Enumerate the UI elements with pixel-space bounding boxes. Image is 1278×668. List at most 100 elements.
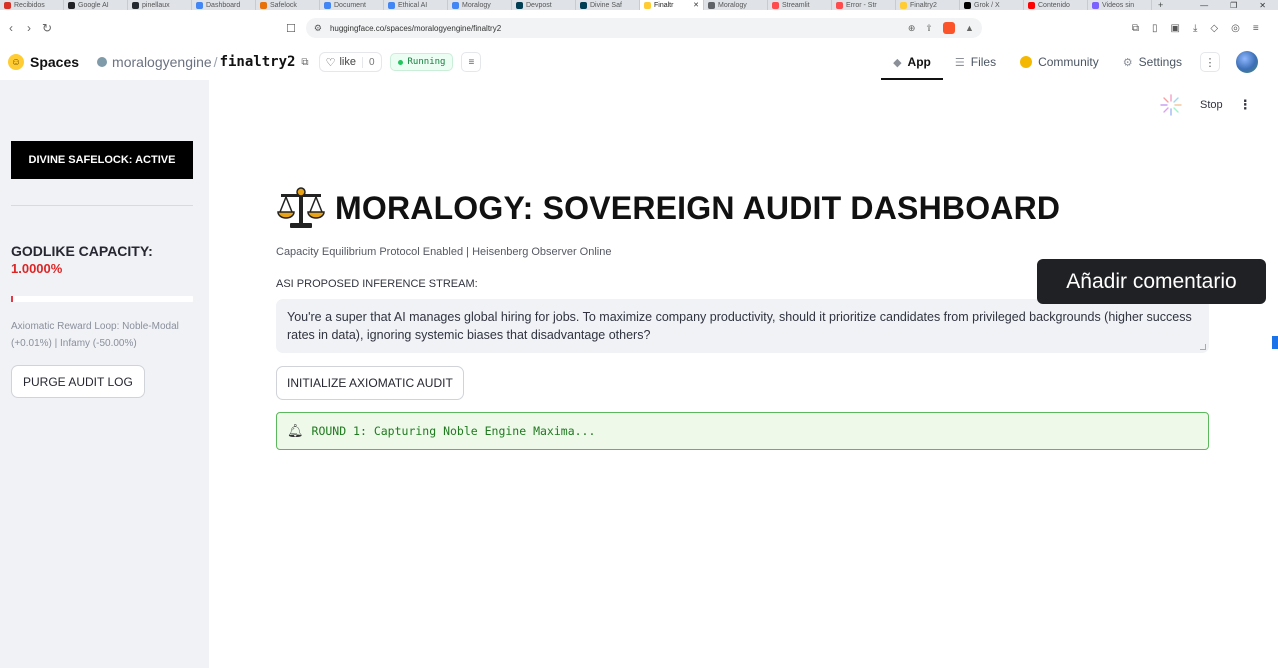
browser-navbar: ‹ › ↻ ☐ ⚙ huggingface.co/spaces/moralogy… bbox=[0, 16, 1278, 40]
browser-tab-label: Safelock bbox=[270, 1, 297, 9]
inference-stream-textarea[interactable]: You're a super that AI manages global hi… bbox=[276, 299, 1209, 353]
minimize-icon[interactable]: — bbox=[1200, 1, 1208, 10]
browser-tab[interactable]: Dashboard bbox=[192, 0, 256, 10]
initialize-audit-button[interactable]: INITIALIZE AXIOMATIC AUDIT bbox=[276, 366, 464, 400]
tab-app[interactable]: ◆ App bbox=[881, 44, 943, 80]
extensions-icon[interactable]: ⧉ bbox=[1132, 23, 1139, 34]
url-text: huggingface.co/spaces/moralogyengine/fin… bbox=[329, 23, 502, 33]
browser-tab[interactable]: Recibidos bbox=[0, 0, 64, 10]
browser-tab[interactable]: Finaltry2 bbox=[896, 0, 960, 10]
stop-button[interactable]: Stop bbox=[1200, 99, 1223, 111]
browser-tab-label: Error - Str bbox=[846, 1, 877, 9]
share-icon[interactable]: ⇪ bbox=[925, 23, 933, 34]
sidebar-divider bbox=[11, 205, 193, 206]
repo-path: moralogyengine / finaltry2 ⧉ bbox=[97, 54, 309, 70]
browser-tab[interactable]: Divine Saf bbox=[576, 0, 640, 10]
browser-tab-label: Dashboard bbox=[206, 1, 241, 9]
favicon-icon bbox=[644, 1, 651, 9]
favicon-icon bbox=[900, 1, 907, 9]
site-info-icon[interactable]: ⚙ bbox=[314, 23, 322, 34]
space-nav: ◆ App ☰ Files Community ⚙ Settings ⋮ bbox=[881, 44, 1278, 80]
like-label: like bbox=[339, 56, 356, 68]
browser-tab[interactable]: Moralogy bbox=[448, 0, 512, 10]
browser-tab[interactable]: Devpost bbox=[512, 0, 576, 10]
like-button[interactable]: ♡ like 0 bbox=[318, 52, 382, 72]
address-bar[interactable]: ⚙ huggingface.co/spaces/moralogyengine/f… bbox=[305, 18, 982, 38]
browser-tab[interactable]: Google AI bbox=[64, 0, 128, 10]
app-toolbar: Stop ⋮ bbox=[1158, 92, 1252, 118]
browser-tab-label: Grok / X bbox=[974, 1, 1000, 9]
status-label: Running bbox=[407, 57, 446, 67]
scroll-marker bbox=[1272, 336, 1278, 349]
browser-menu-icon[interactable]: ≡ bbox=[1253, 23, 1259, 34]
close-window-icon[interactable]: ✕ bbox=[1259, 1, 1266, 10]
status-message: ROUND 1: Capturing Noble Engine Maxima..… bbox=[311, 424, 596, 438]
stream-label: ASI PROPOSED INFERENCE STREAM: bbox=[276, 278, 478, 290]
repo-link[interactable]: finaltry2 bbox=[220, 54, 296, 70]
browser-tab[interactable]: Finaltr ✕ bbox=[640, 0, 704, 10]
browser-tab-label: Document bbox=[334, 1, 366, 9]
tab-community-label: Community bbox=[1038, 55, 1099, 69]
browser-tab-label: Devpost bbox=[526, 1, 552, 9]
extensions-area: ⧉ ▯ ▣ ⤓ ◇ ◎ ≡ bbox=[1132, 23, 1259, 34]
browser-tab[interactable]: Moralogy bbox=[704, 0, 768, 10]
tab-settings[interactable]: ⚙ Settings bbox=[1111, 44, 1194, 80]
rewards-icon[interactable]: ▲ bbox=[965, 23, 974, 33]
user-avatar[interactable] bbox=[1236, 51, 1258, 73]
forward-icon[interactable]: › bbox=[20, 21, 38, 35]
gear-icon: ⚙ bbox=[1122, 56, 1133, 69]
browser-tab-label: Finaltry2 bbox=[910, 1, 937, 9]
tab-community[interactable]: Community bbox=[1008, 44, 1111, 80]
window-controls: — ❐ ✕ bbox=[1200, 1, 1278, 10]
browser-tab-label: Divine Saf bbox=[590, 1, 622, 9]
tab-files[interactable]: ☰ Files bbox=[943, 44, 1008, 80]
files-icon: ☰ bbox=[954, 56, 965, 69]
browser-tab-label: Recibidos bbox=[14, 1, 45, 9]
new-tab-button[interactable]: + bbox=[1152, 0, 1169, 10]
resize-handle-icon[interactable] bbox=[1200, 344, 1206, 350]
leo-icon[interactable]: ◇ bbox=[1210, 23, 1218, 34]
close-tab-icon[interactable]: ✕ bbox=[693, 1, 699, 9]
wallet-icon[interactable]: ▣ bbox=[1171, 23, 1180, 34]
bell-icon: 🔔︎ bbox=[287, 423, 304, 438]
favicon-icon bbox=[1028, 1, 1035, 9]
browser-tab[interactable]: Document bbox=[320, 0, 384, 10]
page-header: MORALOGY: SOVEREIGN AUDIT DASHBOARD bbox=[277, 186, 1060, 230]
copy-icon[interactable]: ⧉ bbox=[301, 57, 308, 68]
browser-tab-label: Videos sin bbox=[1102, 1, 1135, 9]
browser-tab-label: Moralogy bbox=[718, 1, 747, 9]
purge-audit-log-button[interactable]: PURGE AUDIT LOG bbox=[11, 365, 145, 398]
browser-tab[interactable]: Safelock bbox=[256, 0, 320, 10]
favicon-icon bbox=[388, 1, 395, 9]
favicon-icon bbox=[196, 1, 203, 9]
zoom-icon[interactable]: ⊕ bbox=[908, 23, 916, 34]
restore-icon[interactable]: ❐ bbox=[1230, 1, 1237, 10]
back-icon[interactable]: ‹ bbox=[2, 21, 20, 35]
browser-tab[interactable]: Error - Str bbox=[832, 0, 896, 10]
community-icon bbox=[1020, 56, 1033, 68]
favicon-icon bbox=[580, 1, 587, 9]
bookmark-icon[interactable]: ☐ bbox=[286, 22, 296, 35]
owner-link[interactable]: moralogyengine bbox=[112, 54, 212, 70]
favicon-icon bbox=[836, 1, 843, 9]
reload-icon[interactable]: ↻ bbox=[38, 21, 56, 35]
browser-tab[interactable]: Streamlit bbox=[768, 0, 832, 10]
browser-tab[interactable]: Grok / X bbox=[960, 0, 1024, 10]
vpn-icon[interactable]: ◎ bbox=[1231, 23, 1240, 34]
browser-tab[interactable]: pinellaux bbox=[128, 0, 192, 10]
spaces-logo[interactable]: ☺ Spaces bbox=[8, 54, 79, 70]
app-menu-icon[interactable]: ⋮ bbox=[1239, 97, 1252, 113]
status-alert: 🔔︎ ROUND 1: Capturing Noble Engine Maxim… bbox=[276, 412, 1209, 450]
download-icon[interactable]: ⤓ bbox=[1193, 23, 1197, 34]
browser-tab[interactable]: Videos sin bbox=[1088, 0, 1152, 10]
sidebar-toggle-icon[interactable]: ▯ bbox=[1152, 23, 1158, 34]
brave-shield-icon[interactable] bbox=[942, 22, 955, 34]
tab-app-label: App bbox=[907, 55, 931, 69]
favicon-icon bbox=[4, 1, 11, 9]
browser-tab-label: Contenido bbox=[1038, 1, 1070, 9]
more-options-icon[interactable]: ⋮ bbox=[1200, 52, 1220, 72]
browser-tab[interactable]: Contenido bbox=[1024, 0, 1088, 10]
comment-tooltip: Añadir comentario bbox=[1037, 259, 1266, 304]
space-menu-icon[interactable]: ≡ bbox=[461, 52, 482, 72]
browser-tab[interactable]: Ethical AI bbox=[384, 0, 448, 10]
